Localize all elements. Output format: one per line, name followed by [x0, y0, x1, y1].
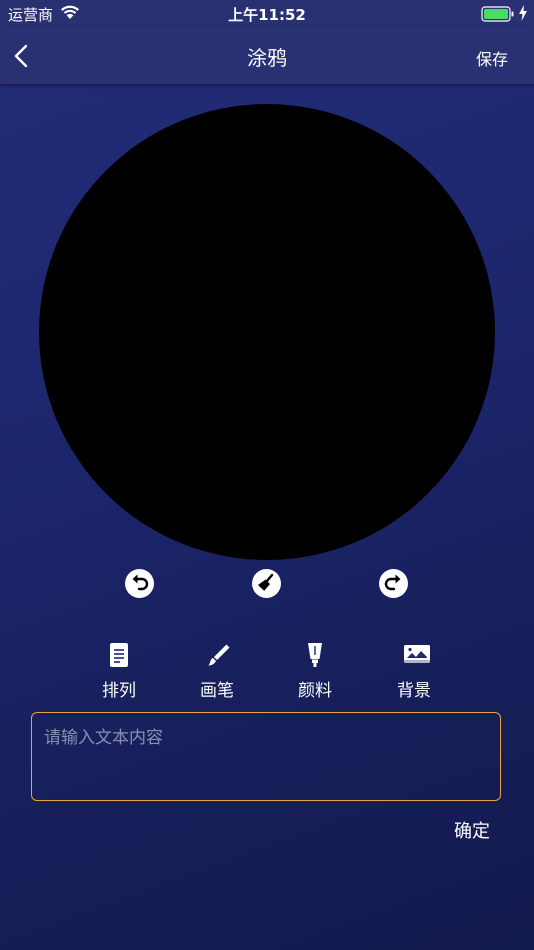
nav-bar: 涂鸦 保存 — [0, 28, 534, 84]
document-icon — [110, 643, 128, 667]
tab-background[interactable]: 背景 — [379, 642, 449, 702]
drawing-canvas[interactable] — [39, 104, 495, 560]
tab-label: 背景 — [397, 681, 431, 701]
redo-icon — [384, 574, 401, 591]
broom-icon — [258, 573, 274, 592]
page-title: 涂鸦 — [247, 46, 287, 70]
tab-arrange[interactable]: 排列 — [84, 642, 154, 702]
undo-icon — [132, 574, 149, 591]
save-button[interactable]: 保存 — [476, 46, 508, 70]
text-content-input[interactable] — [31, 712, 501, 801]
status-bar: 运营商 上午11:52 — [0, 0, 534, 28]
redo-button[interactable] — [379, 569, 408, 598]
brush-icon — [208, 644, 230, 666]
charging-icon — [519, 5, 527, 21]
tab-paint[interactable]: 颜料 — [280, 642, 350, 702]
clear-button[interactable] — [252, 569, 281, 598]
tab-label: 排列 — [102, 681, 136, 701]
tab-label: 画笔 — [200, 681, 234, 701]
status-time: 上午11:52 — [228, 6, 306, 24]
battery-icon — [481, 6, 514, 22]
image-icon — [404, 645, 430, 663]
tab-brush[interactable]: 画笔 — [182, 642, 252, 702]
paint-tube-icon — [308, 643, 322, 667]
tab-label: 颜料 — [298, 681, 332, 701]
undo-button[interactable] — [125, 569, 154, 598]
confirm-button[interactable]: 确定 — [454, 817, 490, 843]
